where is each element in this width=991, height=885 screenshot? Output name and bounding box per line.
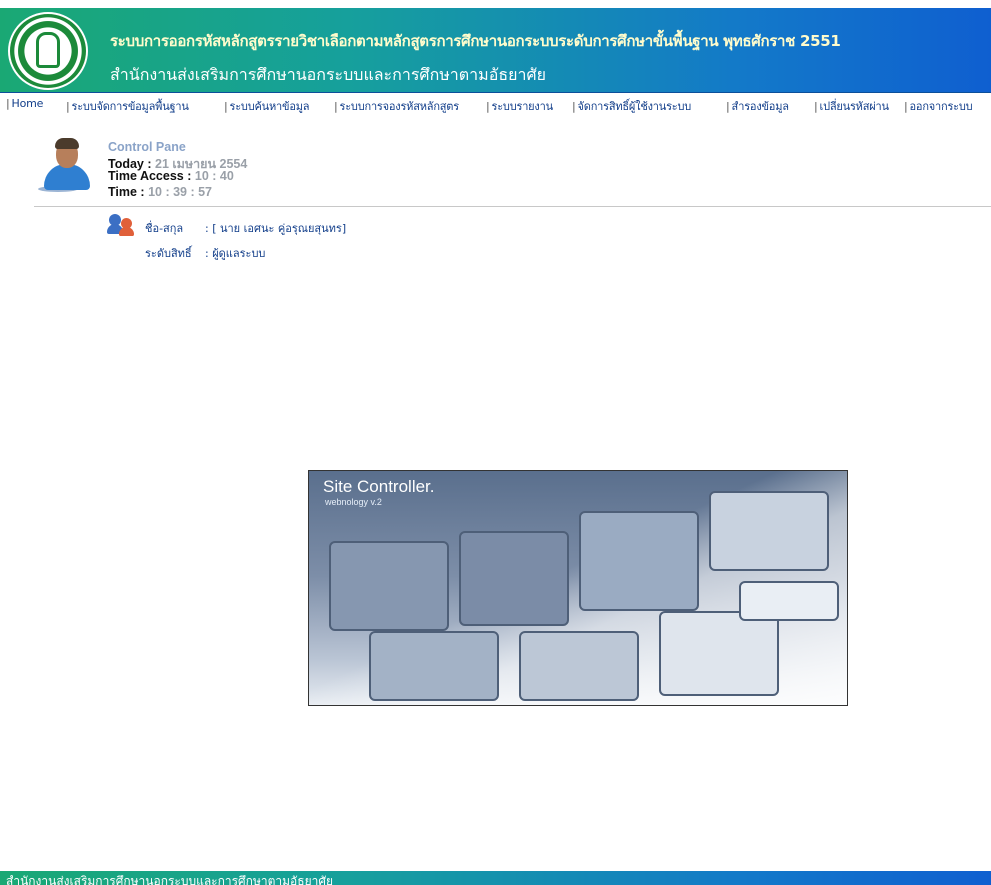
header-banner: ระบบการออกรหัสหลักสูตรรายวิชาเลือกตามหลั… bbox=[0, 8, 991, 93]
app-subtitle: สำนักงานส่งเสริมการศึกษานอกระบบและการศึก… bbox=[110, 65, 546, 84]
nav-backup[interactable]: สำรองข้อมูล bbox=[726, 97, 789, 113]
control-panel-title: Control Pane bbox=[108, 140, 186, 154]
site-controller-title: Site Controller. bbox=[323, 477, 435, 496]
name-value: : [ นาย เอศนะ คู่อรุณยสุนทร] bbox=[205, 222, 347, 235]
nav-user-rights[interactable]: จัดการสิทธิ์ผู้ใช้งานระบบ bbox=[572, 97, 692, 113]
nav-course-booking[interactable]: ระบบการจองรหัสหลักสูตร bbox=[334, 97, 460, 113]
nav-basic-data[interactable]: ระบบจัดการข้อมูลพื้นฐาน bbox=[66, 97, 189, 113]
site-controller-image: Site Controller. webnology v.2 bbox=[308, 470, 848, 706]
users-icon bbox=[107, 214, 135, 236]
user-avatar-icon bbox=[38, 138, 96, 192]
site-controller-subtitle: webnology v.2 bbox=[325, 497, 382, 507]
nav-home[interactable]: Home bbox=[6, 97, 44, 110]
time-value: 10 : 39 : 57 bbox=[148, 185, 213, 199]
nav-change-password[interactable]: เปลี่ยนรหัสผ่าน bbox=[814, 97, 889, 113]
footer-bar: สำนักงานส่งเสริมการศึกษานอกระบบและการศึก… bbox=[0, 871, 991, 885]
time-access-label: Time Access : bbox=[108, 169, 192, 183]
emblem-logo bbox=[8, 12, 88, 90]
name-label: ชื่อ-สกุล bbox=[145, 222, 184, 235]
app-title: ระบบการออกรหัสหลักสูตรรายวิชาเลือกตามหลั… bbox=[110, 32, 841, 50]
main-nav: Home ระบบจัดการข้อมูลพื้นฐาน ระบบค้นหาข้… bbox=[0, 95, 991, 113]
nav-search[interactable]: ระบบค้นหาข้อมูล bbox=[224, 97, 310, 113]
role-label: ระดับสิทธิ์ bbox=[145, 247, 192, 260]
time-access-value: 10 : 40 bbox=[194, 169, 234, 183]
nav-reports[interactable]: ระบบรายงาน bbox=[486, 97, 554, 113]
divider bbox=[34, 206, 991, 207]
footer-text: สำนักงานส่งเสริมการศึกษานอกระบบและการศึก… bbox=[6, 874, 333, 885]
time-row: Time : 10 : 39 : 57 bbox=[108, 185, 212, 199]
nav-logout[interactable]: ออกจากระบบ bbox=[904, 97, 973, 113]
time-label: Time : bbox=[108, 185, 145, 199]
role-value: : ผู้ดูแลระบบ bbox=[205, 247, 266, 260]
time-access-row: Time Access : 10 : 40 bbox=[108, 169, 234, 183]
